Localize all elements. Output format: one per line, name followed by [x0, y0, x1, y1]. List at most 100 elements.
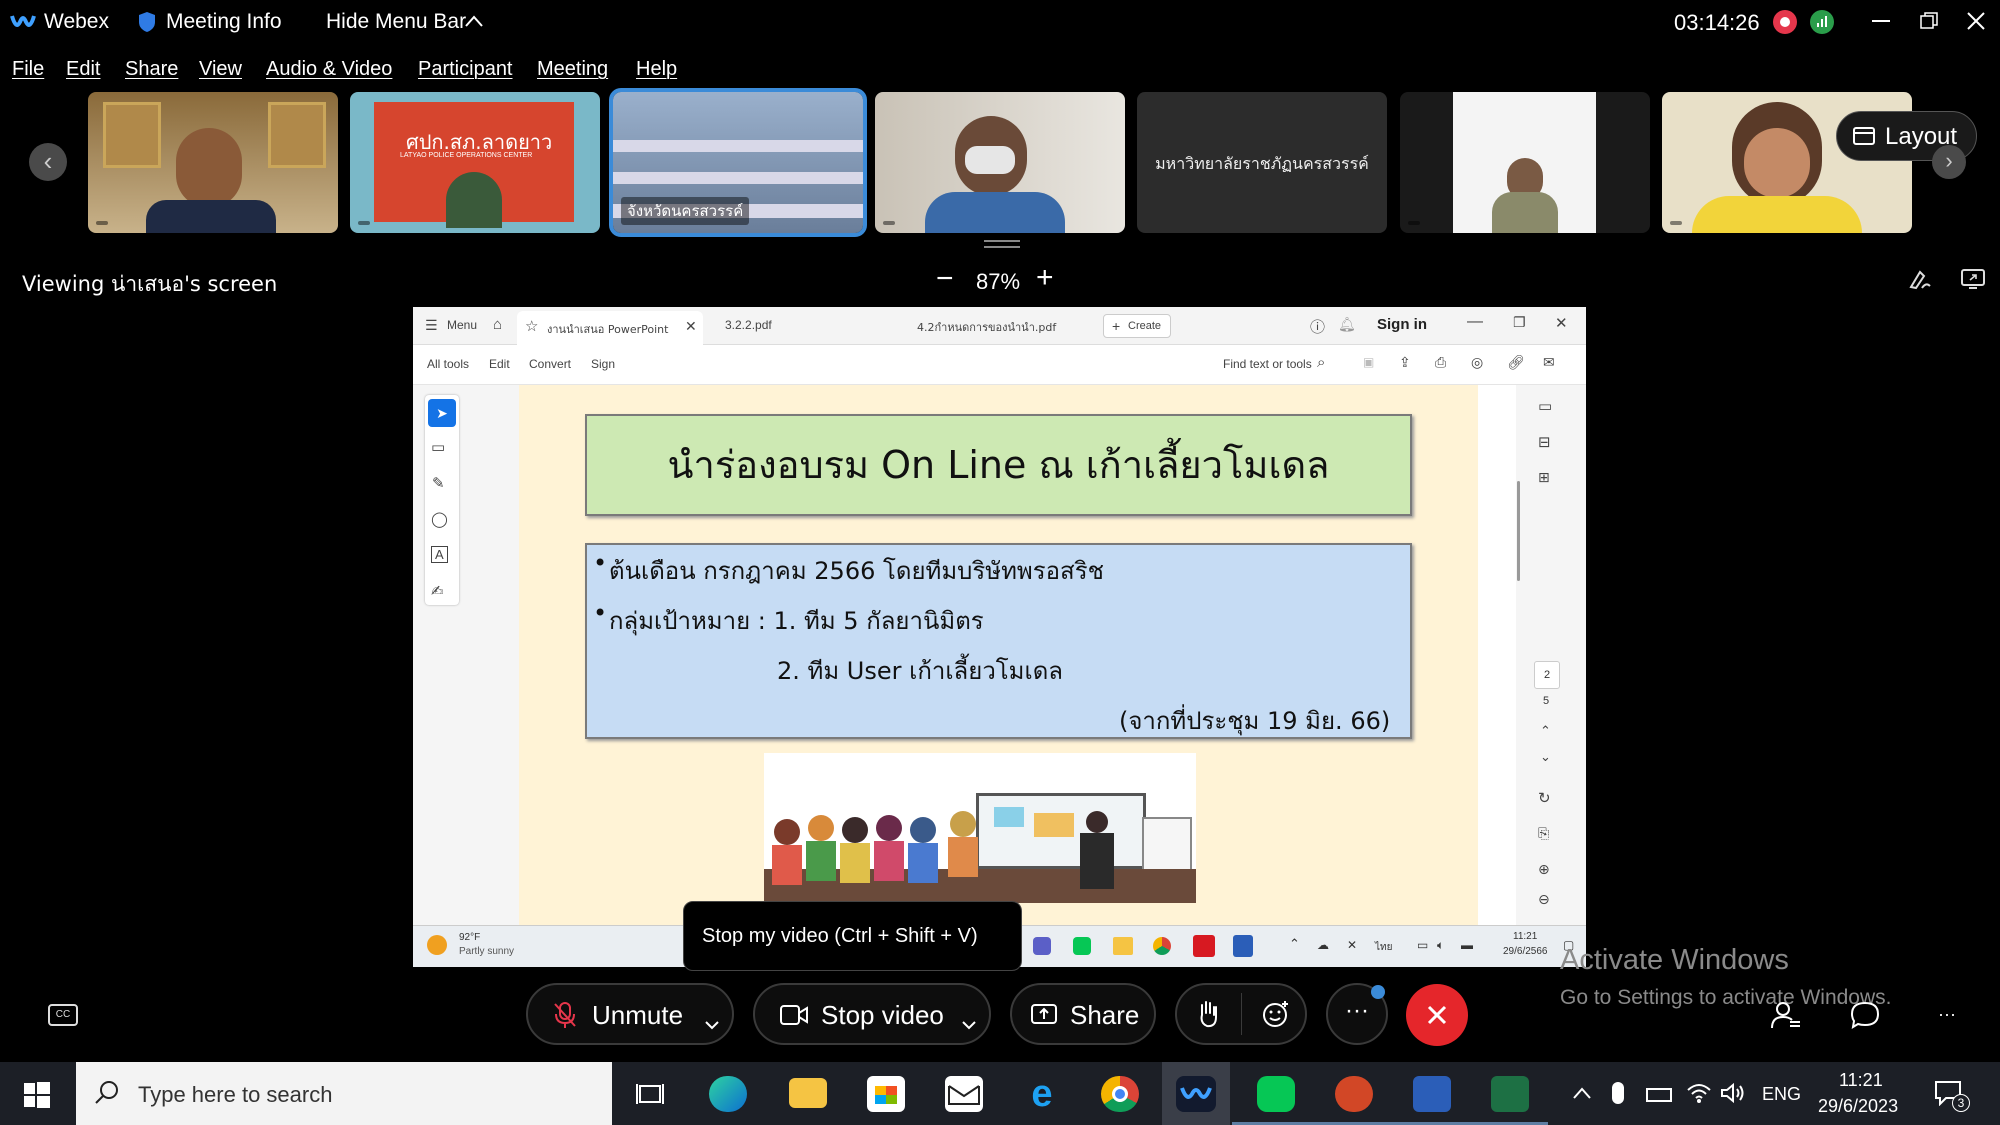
battery-icon[interactable]	[1646, 1088, 1672, 1102]
extract-icon[interactable]: ⎘	[1538, 825, 1549, 842]
create-button[interactable]: Create +	[1103, 314, 1171, 338]
task-view-icon[interactable]	[636, 1082, 664, 1111]
participant-thumbnail-3[interactable]: จังหวัดนครสวรรค์	[609, 88, 867, 237]
home-icon[interactable]: ⌂	[493, 316, 502, 333]
drag-handle-icon[interactable]	[984, 240, 1020, 248]
link-icon[interactable]: 🔗︎	[1507, 354, 1525, 371]
acrobat-tab-2[interactable]: 3.2.2.pdf	[725, 318, 772, 332]
find-text-input[interactable]: Find text or tools	[1223, 357, 1312, 371]
wifi-icon[interactable]	[1686, 1082, 1712, 1109]
recording-icon[interactable]	[1773, 10, 1797, 34]
page-current-box[interactable]: 2	[1534, 661, 1560, 689]
participant-thumbnail-2[interactable]: ศปก.สภ.ลาดยาว LATYAO POLICE OPERATIONS C…	[350, 92, 600, 233]
reactions-button[interactable]	[1175, 983, 1307, 1045]
participant-thumbnail-1[interactable]	[88, 92, 338, 233]
menu-meeting[interactable]: Meeting	[537, 58, 608, 81]
rotate-icon[interactable]: ↻	[1538, 789, 1551, 807]
acrobat-icon[interactable]	[1193, 935, 1215, 957]
share-button[interactable]: Share	[1010, 983, 1156, 1045]
unmute-button[interactable]: Unmute	[526, 983, 734, 1045]
close-icon[interactable]	[1966, 11, 1986, 36]
email-icon[interactable]: ✉	[1543, 354, 1555, 371]
participants-icon[interactable]	[1770, 1000, 1802, 1035]
participant-thumbnail-6[interactable]	[1400, 92, 1650, 233]
zoom-out-button[interactable]: −	[936, 264, 954, 294]
powerpoint-icon[interactable]	[1335, 1076, 1373, 1112]
menu-file[interactable]: File	[12, 58, 44, 81]
zoom-out-icon[interactable]: ⊖	[1538, 891, 1550, 908]
menu-audio-video[interactable]: Audio & Video	[266, 58, 392, 81]
menu-share[interactable]: Share	[125, 58, 178, 81]
more-panels-icon[interactable]: ···	[1938, 1004, 1956, 1025]
battery-icon[interactable]: ▬	[1461, 938, 1473, 952]
taskbar-search-input[interactable]: Type here to search	[76, 1062, 612, 1125]
tray-up-icon[interactable]: ⌃	[1289, 936, 1300, 952]
chrome-icon[interactable]	[1101, 1076, 1139, 1112]
chevron-up-icon[interactable]	[464, 14, 484, 33]
lasso-tool-icon[interactable]: ◯	[431, 510, 448, 528]
search-icon[interactable]: ⌕	[1317, 354, 1325, 371]
stop-video-button[interactable]: Stop video	[753, 983, 991, 1045]
file-explorer-icon[interactable]	[789, 1078, 827, 1108]
input-lang[interactable]: ไทย	[1375, 940, 1392, 955]
tray-chevron-up-icon[interactable]	[1572, 1086, 1592, 1105]
excel-icon[interactable]	[1491, 1076, 1529, 1112]
leave-meeting-button[interactable]	[1406, 984, 1468, 1046]
windows-start-icon[interactable]	[24, 1082, 50, 1113]
webex-taskbar-icon[interactable]	[1162, 1062, 1230, 1125]
chevron-down-icon[interactable]	[961, 1007, 977, 1038]
restore-icon[interactable]	[1920, 12, 1938, 35]
onedrive-icon[interactable]: ☁	[1317, 938, 1329, 952]
clock-time[interactable]: 11:21	[1839, 1070, 1883, 1091]
participant-thumbnail-4[interactable]	[875, 92, 1125, 233]
page-up-icon[interactable]: ⌃	[1540, 723, 1551, 739]
page-down-icon[interactable]: ⌄	[1540, 749, 1551, 765]
teams-icon[interactable]	[1033, 937, 1051, 955]
save-icon[interactable]: ▣	[1363, 355, 1374, 369]
acrobat-minimize-icon[interactable]: —	[1467, 313, 1483, 331]
folder-icon[interactable]	[1113, 937, 1133, 955]
close-tab-icon[interactable]: ✕	[685, 318, 697, 335]
hamburger-icon[interactable]: ☰	[425, 317, 438, 334]
line-icon[interactable]	[1073, 937, 1091, 955]
chrome-icon[interactable]	[1153, 937, 1171, 955]
tool-all-tools[interactable]: All tools	[427, 357, 469, 371]
acrobat-restore-icon[interactable]: ❐	[1513, 314, 1526, 331]
comment-tool-icon[interactable]: ▭	[431, 438, 445, 456]
tool-convert[interactable]: Convert	[529, 357, 571, 371]
menu-edit[interactable]: Edit	[66, 58, 100, 81]
chat-icon[interactable]	[1850, 1000, 1880, 1035]
star-icon[interactable]: ☆	[525, 317, 538, 335]
network-stats-icon[interactable]	[1810, 10, 1834, 34]
sign-tool-icon[interactable]: ✍	[431, 582, 444, 600]
tool-sign[interactable]: Sign	[591, 357, 615, 371]
menu-help[interactable]: Help	[636, 58, 677, 81]
thumbnails-prev-button[interactable]: ‹	[29, 143, 67, 181]
zoom-in-button[interactable]: +	[1036, 263, 1054, 293]
upload-icon[interactable]: ⇪	[1399, 354, 1411, 371]
thumbnails-next-button[interactable]: ›	[1932, 145, 1966, 179]
hide-menu-bar-button[interactable]: Hide Menu Bar	[326, 10, 466, 34]
word-icon[interactable]	[1413, 1076, 1451, 1112]
bell-icon[interactable]: 🔔︎	[1338, 316, 1356, 333]
input-language[interactable]: ENG	[1762, 1084, 1801, 1105]
scrollbar-thumb[interactable]	[1517, 481, 1520, 581]
annotate-icon[interactable]	[1908, 268, 1932, 295]
print-icon[interactable]: ⎙	[1435, 354, 1446, 371]
help-icon[interactable]: ⓘ	[1310, 316, 1325, 337]
signin-button[interactable]: Sign in	[1377, 316, 1427, 333]
acrobat-menu-button[interactable]: Menu	[447, 318, 477, 332]
ai-assistant-icon[interactable]: ◎	[1471, 354, 1483, 371]
pop-out-share-icon[interactable]	[1960, 268, 1986, 295]
thumbnails-panel-icon[interactable]: ⊞	[1538, 469, 1550, 486]
menu-participant[interactable]: Participant	[418, 58, 513, 81]
display-icon[interactable]: ▭	[1417, 938, 1428, 952]
microphone-icon[interactable]	[1612, 1082, 1624, 1104]
clock-date[interactable]: 29/6/2023	[1818, 1096, 1898, 1117]
line-app-icon[interactable]	[1257, 1076, 1295, 1112]
meeting-info-button[interactable]: Meeting Info	[166, 10, 282, 34]
mic-muted-icon[interactable]: ✕	[1347, 938, 1357, 952]
menu-view[interactable]: View	[199, 58, 242, 81]
volume-icon[interactable]	[1720, 1082, 1746, 1109]
bookmark-panel-icon[interactable]: ⊟	[1538, 433, 1551, 451]
